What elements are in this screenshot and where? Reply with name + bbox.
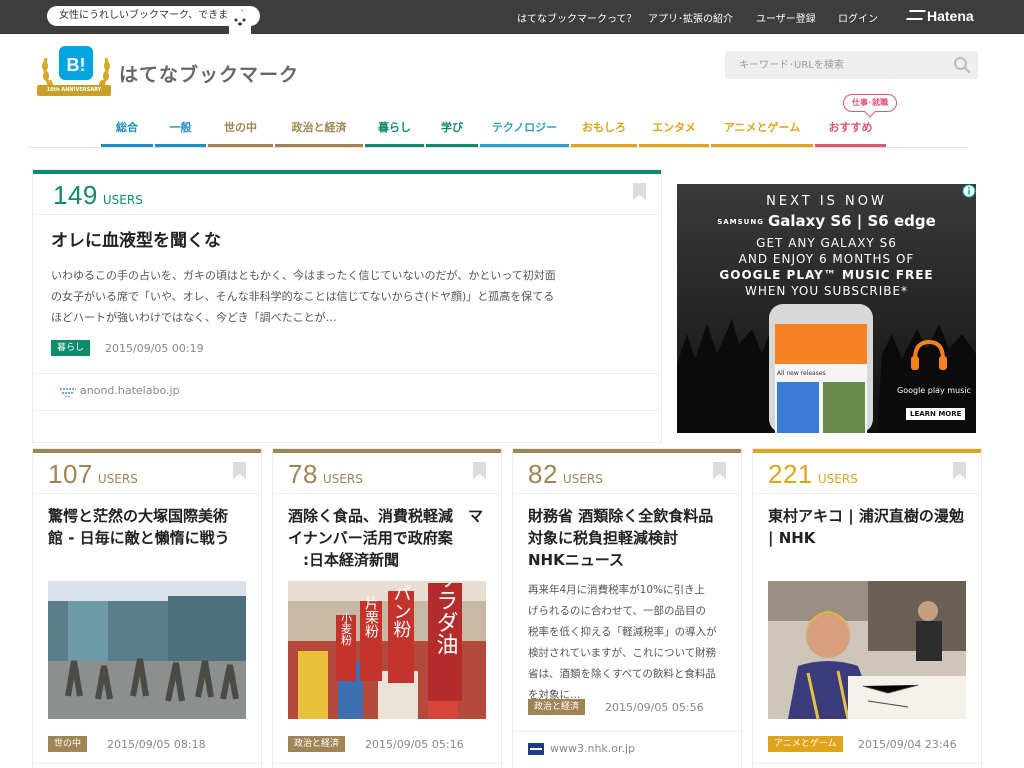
entry-title[interactable]: 財務省 酒類除く全飲食料品 対象に税負担軽減検討 NHKニュース — [528, 505, 733, 571]
entry-card[interactable]: 82 USERS 財務省 酒類除く全飲食料品 対象に税負担軽減検討 NHKニュース 再… — [513, 449, 741, 768]
site-title[interactable]: はてなブックマーク — [119, 60, 299, 87]
tab-learning[interactable]: 学び — [426, 118, 478, 147]
entry-title[interactable]: 驚愕と茫然の大塚国際美術館 - 日毎に敵と懶惰に戦う — [48, 505, 253, 549]
tab-entertainment[interactable]: エンタメ — [639, 118, 709, 147]
ad-info-icon[interactable] — [962, 184, 976, 198]
entry-date: 2015/09/05 05:16 — [365, 738, 464, 751]
nhk-favicon-icon — [528, 743, 544, 755]
top-bar: 女性にうれしいブックマーク、できました はてなブックマークって？ アプリ･拡張の… — [0, 0, 1024, 34]
tab-life[interactable]: 暮らし — [365, 118, 424, 147]
category-tag[interactable]: アニメとゲーム — [768, 736, 843, 752]
apps-link[interactable]: アプリ･拡張の紹介 — [648, 10, 733, 25]
search-input[interactable] — [725, 51, 978, 79]
ad-google-play-label: Google play music — [897, 386, 971, 395]
entry-card[interactable]: 221 USERS 東村アキコ | 浦沢直樹の漫勉 | NHK アニメとゲーム 20… — [753, 449, 981, 768]
thumb-sign-4: 小麦粉 — [340, 612, 353, 645]
bookmark-add-icon[interactable] — [233, 462, 246, 479]
user-count[interactable]: 107 USERS — [48, 459, 138, 490]
hatena-logo[interactable]: Hatena — [906, 8, 974, 24]
bookmark-add-icon[interactable] — [473, 462, 486, 479]
category-tag[interactable]: 世の中 — [48, 736, 88, 752]
tab-politics[interactable]: 政治と経済 — [275, 118, 363, 147]
hatena-logo-icon — [906, 10, 926, 20]
tab-society[interactable]: 世の中 — [208, 118, 273, 147]
category-nav: 総合 一般 世の中 政治と経済 暮らし 学び テクノロジー おもしろ エンタメ … — [28, 118, 968, 148]
ad-learn-more-button[interactable]: LEARN MORE — [906, 408, 966, 420]
entry-card[interactable]: 107 USERS 驚愕と茫然の大塚国際美術館 - 日毎に敵と懶惰に戦う 世の中 … — [33, 449, 261, 768]
logo-letter: B! — [67, 55, 86, 75]
entry-date: 2015/09/04 23:46 — [858, 738, 957, 751]
featured-entry[interactable]: 149 USERS オレに血液型を聞くな いわゆるこの手の占いを、ガキの頃はともか… — [33, 170, 661, 442]
entry-domain[interactable]: anond.hatelabo.jp — [80, 384, 180, 397]
advertisement[interactable]: NEXT IS NOW SAMSUNG Galaxy S6 | S6 edge G… — [677, 184, 976, 433]
ad-line-4: AND ENJOY 6 MONTHS OF — [738, 252, 915, 266]
user-count[interactable]: 78 USERS — [288, 459, 363, 490]
ad-line-6: WHEN YOU SUBSCRIBE* — [744, 284, 909, 298]
signup-link[interactable]: ユーザー登録 — [756, 10, 816, 25]
category-tag[interactable]: 暮らし — [51, 340, 91, 356]
entry-date: 2015/09/05 05:56 — [605, 701, 704, 714]
entry-card[interactable]: 78 USERS 酒除く食品、消費税軽減 マイナンバー活用で政府案 :日本経済新聞… — [273, 449, 501, 768]
anniversary-ribbon: 10th ANNIVERSARY — [37, 85, 111, 96]
user-count[interactable]: 149 USERS — [53, 180, 143, 211]
category-tag[interactable]: 政治と経済 — [528, 699, 586, 715]
login-link[interactable]: ログイン — [838, 10, 878, 25]
thumb-sign-2: パン粉 — [391, 584, 412, 638]
search-icon[interactable] — [953, 56, 971, 74]
entry-date: 2015/09/05 08:18 — [107, 738, 206, 751]
tab-technology[interactable]: テクノロジー — [480, 118, 569, 147]
thumb-sign-1: サラダ油 — [433, 581, 459, 655]
ad-model: SAMSUNG Galaxy S6 | S6 edge — [717, 212, 936, 230]
ad-line-5: GOOGLE PLAY™ MUSIC FREE — [719, 268, 934, 282]
user-count[interactable]: 221 USERS — [768, 459, 858, 490]
entry-description: いわゆるこの手の占いを、ガキの頃はともかく、今はまったく信じていないのだが、かと… — [51, 269, 556, 324]
entry-domain[interactable]: www3.nhk.or.jp — [550, 742, 635, 755]
entry-thumbnail[interactable] — [48, 581, 246, 719]
bear-icon — [228, 8, 252, 34]
entry-description: 再来年4月に消費税率が10%に引き上 げられるのに合わせて、一部の品目の 税率を低く… — [528, 584, 717, 701]
bookmark-add-icon[interactable] — [633, 183, 646, 200]
entry-date: 2015/09/05 00:19 — [105, 342, 204, 355]
entry-title[interactable]: 東村アキコ | 浦沢直樹の漫勉 | NHK — [768, 505, 978, 549]
tab-anime-game[interactable]: アニメとゲーム — [711, 118, 813, 147]
about-link[interactable]: はてなブックマークって？ — [517, 10, 637, 25]
entry-title[interactable]: 酒除く食品、消費税軽減 マイナンバー活用で政府案 :日本経済新聞 — [288, 505, 498, 571]
ad-headline: NEXT IS NOW — [766, 194, 887, 209]
user-count[interactable]: 82 USERS — [528, 459, 603, 490]
recommend-badge: 仕事･就職 — [843, 94, 897, 112]
ad-phone-text: All new releases — [777, 370, 826, 377]
bookmark-add-icon[interactable] — [953, 462, 966, 479]
category-tag[interactable]: 政治と経済 — [288, 736, 346, 752]
ad-line-3: GET ANY GALAXY S6 — [756, 236, 897, 250]
thumb-sign-3: 片栗粉 — [363, 596, 379, 639]
favicon-icon — [60, 388, 76, 397]
tab-ippan[interactable]: 一般 — [155, 118, 206, 147]
tab-general[interactable]: 総合 — [101, 118, 153, 147]
entry-title[interactable]: オレに血液型を聞くな — [51, 230, 221, 252]
bookmark-add-icon[interactable] — [713, 462, 726, 479]
entry-thumbnail[interactable] — [768, 581, 966, 719]
tab-fun[interactable]: おもしろ — [571, 118, 637, 147]
tab-recommended[interactable]: おすすめ — [815, 118, 886, 147]
entry-thumbnail[interactable]: サラダ油 パン粉 片栗粉 小麦粉 — [288, 581, 486, 719]
